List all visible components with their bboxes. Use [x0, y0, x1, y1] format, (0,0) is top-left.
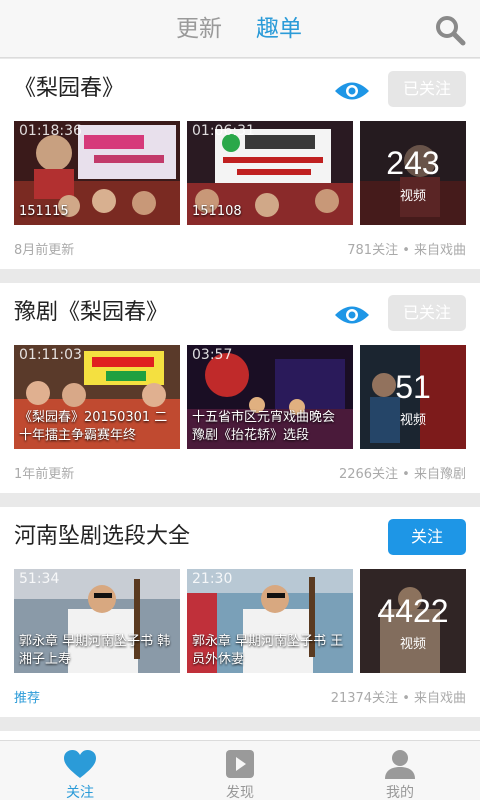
tab-playlists[interactable]: 趣单	[256, 14, 302, 44]
playlist-stats: 781关注 • 来自戏曲	[347, 243, 466, 258]
video-thumbnail[interactable]: 21:30 郭永章 早期河南坠子书 王员外休妻	[187, 569, 353, 673]
video-duration: 01:11:03	[19, 347, 82, 363]
nav-discover[interactable]: 发现	[160, 741, 320, 800]
search-icon[interactable]	[434, 14, 466, 46]
video-thumbnail[interactable]: 01:18:36 151115	[14, 121, 180, 225]
eye-icon	[335, 306, 369, 324]
playlist-card[interactable]: 河南坠剧选段大全 关注 51:34 郭永章 早期河南坠子书 韩湘子上寿 21:3…	[0, 507, 480, 717]
playlist-card[interactable]: 豫剧《梨园春》 已关注 01:11:03 《梨园春》20150301 二十年擂主…	[0, 283, 480, 493]
person-icon	[385, 750, 415, 779]
video-count-overlay: 4422 视频	[360, 569, 466, 673]
playlist-title: 豫剧《梨园春》	[14, 300, 169, 325]
video-duration: 01:18:36	[19, 123, 82, 139]
followed-button[interactable]: 已关注	[388, 71, 466, 107]
bottom-nav: 关注 发现 我的	[0, 740, 480, 800]
video-caption: 《梨园春》20150301 二十年擂主争霸赛年终	[19, 410, 168, 443]
video-thumbnail[interactable]: 01:11:03 《梨园春》20150301 二十年擂主争霸赛年终	[14, 345, 180, 449]
video-thumbnail[interactable]: 03:57 十五省市区元宵戏曲晚会 豫剧《抬花轿》选段	[187, 345, 353, 449]
video-duration: 21:30	[192, 571, 233, 587]
more-videos-tile[interactable]: 243 视频	[360, 121, 466, 225]
more-videos-tile[interactable]: 51 视频	[360, 345, 466, 449]
top-bar: 更新 趣单	[0, 0, 480, 58]
video-duration: 51:34	[19, 571, 60, 587]
video-count: 51	[395, 369, 431, 405]
update-time: 8月前更新	[14, 243, 75, 258]
tab-updates[interactable]: 更新	[176, 14, 222, 44]
video-caption: 十五省市区元宵戏曲晚会 豫剧《抬花轿》选段	[192, 410, 336, 443]
video-count: 4422	[377, 593, 449, 629]
video-caption: 郭永章 早期河南坠子书 韩湘子上寿	[19, 634, 171, 667]
nav-me-label: 我的	[386, 785, 414, 800]
video-caption: 郭永章 早期河南坠子书 王员外休妻	[192, 634, 344, 667]
video-caption: 151108	[192, 204, 242, 219]
followed-button[interactable]: 已关注	[388, 295, 466, 331]
eye-icon	[335, 82, 369, 100]
video-count: 243	[386, 145, 440, 181]
video-duration: 01:06:31	[192, 123, 255, 139]
video-caption: 151115	[19, 204, 69, 219]
video-count-label: 视频	[399, 189, 426, 204]
nav-follow-label: 关注	[66, 785, 94, 800]
video-duration: 03:57	[192, 347, 233, 363]
video-count-label: 视频	[399, 637, 426, 652]
playlist-title: 《梨园春》	[14, 76, 125, 101]
playlist-stats: 21374关注 • 来自戏曲	[330, 691, 466, 706]
video-thumbnail[interactable]: 01:06:31 151108	[187, 121, 353, 225]
update-time: 1年前更新	[14, 467, 75, 482]
video-count-overlay: 51 视频	[360, 345, 466, 449]
follow-button[interactable]: 关注	[388, 519, 466, 555]
video-thumbnail[interactable]: 51:34 郭永章 早期河南坠子书 韩湘子上寿	[14, 569, 180, 673]
playlist-card[interactable]: 《梨园春》 已关注 01:18:36 151115 01:06:31 15110…	[0, 59, 480, 269]
video-count-label: 视频	[399, 413, 426, 428]
nav-me[interactable]: 我的	[320, 741, 480, 800]
nav-discover-label: 发现	[226, 785, 254, 800]
more-videos-tile[interactable]: 4422 视频	[360, 569, 466, 673]
nav-follow[interactable]: 关注	[0, 741, 160, 800]
playlist-stats: 2266关注 • 来自豫剧	[338, 467, 466, 482]
recommend-tag[interactable]: 推荐	[14, 687, 40, 706]
heart-icon	[64, 750, 96, 778]
video-count-overlay: 243 视频	[360, 121, 466, 225]
playlist-title: 河南坠剧选段大全	[14, 524, 191, 549]
play-icon	[226, 750, 254, 778]
